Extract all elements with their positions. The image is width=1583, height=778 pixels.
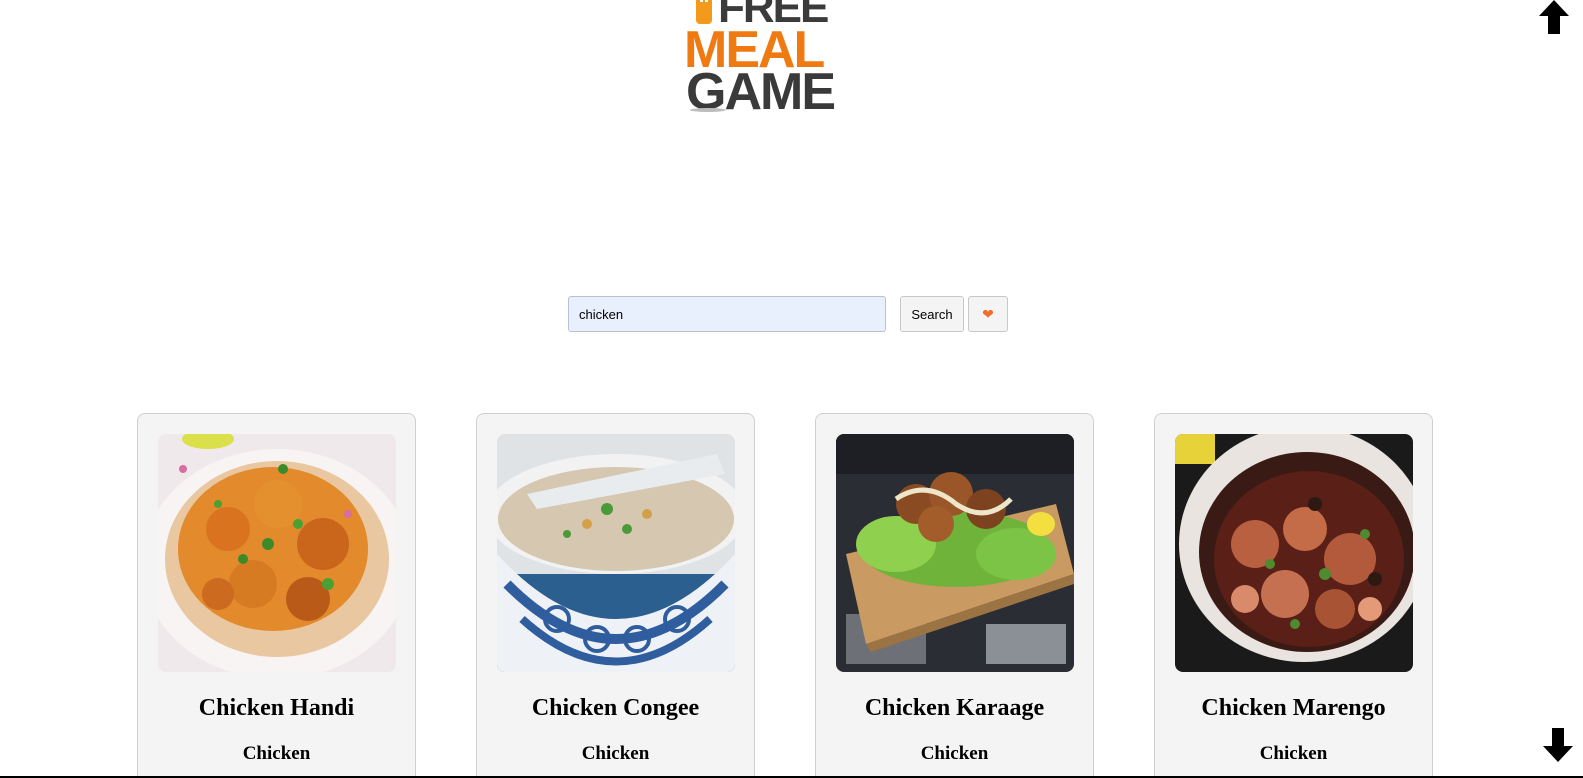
arrow-up-icon[interactable] [1539,0,1569,36]
recipe-image[interactable] [497,434,735,672]
recipe-card[interactable]: Chicken Congee Chicken [476,413,755,778]
recipe-category: Chicken [242,743,311,764]
recipe-image[interactable] [836,434,1074,672]
recipe-title[interactable]: Chicken Karaage [816,695,1093,722]
arrow-down-icon[interactable] [1543,728,1573,764]
recipe-category: Chicken [581,743,650,764]
recipe-card-list: Chicken Handi Chicken Chicken Congee Chi… [137,413,1433,778]
page: FREE MEAL GAME Search ❤ [0,0,1583,778]
recipe-category: Chicken [920,743,989,764]
recipe-title[interactable]: Chicken Handi [138,695,415,722]
recipe-image[interactable] [1175,434,1413,672]
recipe-image[interactable] [158,434,396,672]
recipe-category: Chicken [1259,743,1328,764]
logo-shadow [690,108,726,112]
search-button[interactable]: Search [900,296,964,332]
recipe-title[interactable]: Chicken Marengo [1155,695,1432,722]
favorites-button[interactable]: ❤ [968,296,1008,332]
search-input[interactable] [568,296,886,332]
heart-icon: ❤ [982,306,994,322]
recipe-card[interactable]: Chicken Marengo Chicken [1154,413,1433,778]
free-meal-game-logo[interactable]: FREE MEAL GAME [684,0,894,118]
search-bar: Search ❤ [568,296,1008,332]
recipe-card[interactable]: Chicken Karaage Chicken [815,413,1094,778]
recipe-title[interactable]: Chicken Congee [477,695,754,722]
recipe-card[interactable]: Chicken Handi Chicken [137,413,416,778]
